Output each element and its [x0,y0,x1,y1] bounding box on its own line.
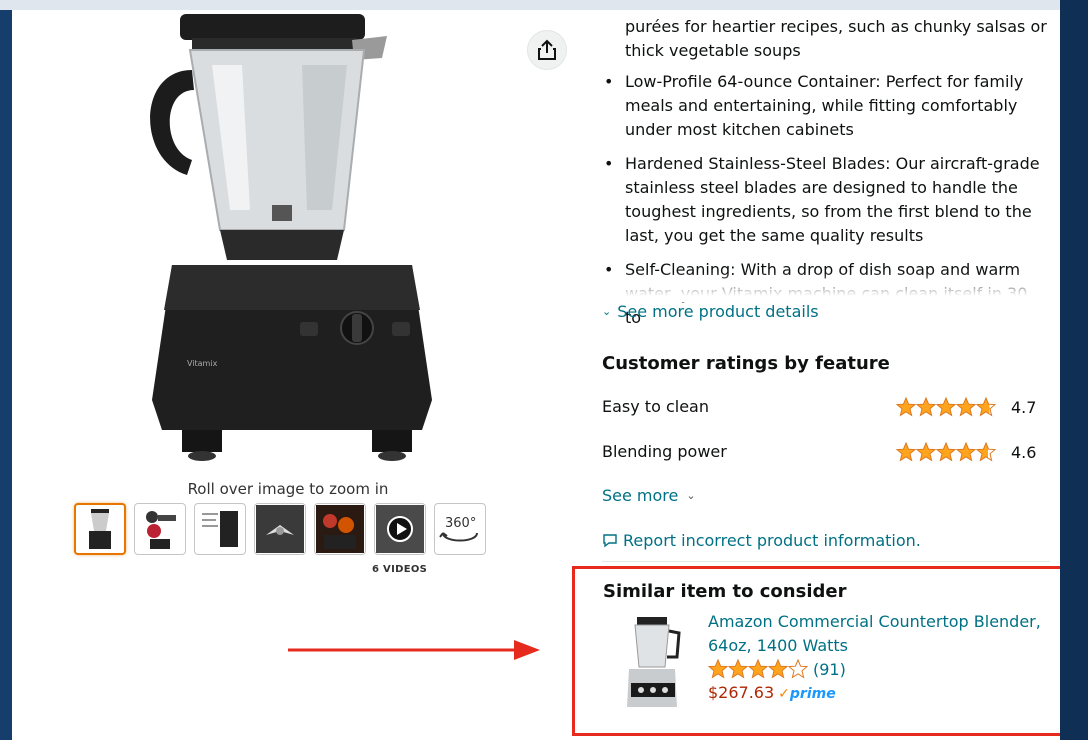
thumbnail-3[interactable] [194,503,246,555]
thumbnail-2[interactable] [134,503,186,555]
prime-badge: ✓prime [778,686,836,702]
similar-product-rating[interactable]: (91) [708,659,846,679]
feature-bullet: Hardened Stainless-Steel Blades: Our air… [602,152,1042,248]
rotate-360-icon: 360° [439,516,478,542]
see-more-ratings-link[interactable]: See more ⌄ [602,486,696,505]
background-left-strip [0,10,12,740]
zoom-hint: Roll over image to zoom in [187,480,389,498]
see-more-label: See more [602,486,679,505]
review-count: (91) [813,659,846,679]
rating-row: Blending power 4.6 [602,442,1038,466]
report-incorrect-info-link[interactable]: Report incorrect product information. [602,531,921,550]
similar-item-heading: Similar item to consider [603,581,847,602]
background-right-strip [1060,0,1088,740]
see-more-details-label: See more product details [617,302,819,321]
product-page: Vitamix Roll over image to zoom in 360° … [12,10,1060,740]
background-top-strip [0,0,1088,10]
rating-score: 4.6 [1011,443,1037,462]
description-continued-text: purées for heartier recipes, such as chu… [625,17,1047,60]
feature-bullet: Low-Profile 64-ounce Container: Perfect … [602,70,1042,142]
price-value: $267.63 [708,683,775,702]
star-rating-icon [708,659,808,678]
videos-count-label: 6 VIDEOS [372,564,428,575]
annotation-arrow-icon [288,640,540,660]
section-divider [602,561,1050,562]
blender-thumbnail-icon [89,509,111,549]
prime-check-icon: ✓ [778,686,790,702]
chevron-down-icon: ⌄ [686,489,696,502]
food-thumbnail-icon [316,505,364,553]
rotate-360-label: 360° [445,516,476,531]
ratings-heading: Customer ratings by feature [602,353,890,374]
see-more-product-details-link[interactable]: ⌄ See more product details [602,302,819,321]
description-fade-overlay [602,272,1052,302]
similar-product-title-link[interactable]: Amazon Commercial Countertop Blender, 64… [708,610,1048,658]
chat-bubble-icon [603,533,617,547]
thumbnail-1[interactable] [74,503,126,555]
star-rating-icon [896,397,996,416]
blender-parts-thumbnail-icon [146,511,176,549]
report-link-label: Report incorrect product information. [623,531,921,550]
thumbnail-strip: 360° [74,503,486,563]
rating-feature-name: Blending power [602,442,727,461]
similar-product-image[interactable] [619,613,691,713]
blade-closeup-thumbnail-icon [256,505,304,553]
prime-label: prime [789,686,836,702]
main-product-image[interactable]: Vitamix [132,10,452,480]
thumbnail-4[interactable] [254,503,306,555]
rating-row: Easy to clean 4.7 [602,397,1038,421]
share-button[interactable] [527,30,567,70]
document-thumbnail-icon [202,511,238,547]
rating-score: 4.7 [1011,398,1037,417]
share-icon [538,39,556,60]
svg-text:Vitamix: Vitamix [187,359,218,368]
star-rating-icon [896,442,996,461]
similar-item-section: Similar item to consider Amazon Commerci… [572,566,1060,736]
play-video-icon [376,505,424,553]
rating-feature-name: Easy to clean [602,397,709,416]
thumbnail-5[interactable] [314,503,366,555]
thumbnail-360[interactable]: 360° [434,503,486,555]
thumbnail-video[interactable] [374,503,426,555]
chevron-down-icon: ⌄ [602,305,612,318]
similar-product-price-row: $267.63 ✓prime [708,683,836,702]
